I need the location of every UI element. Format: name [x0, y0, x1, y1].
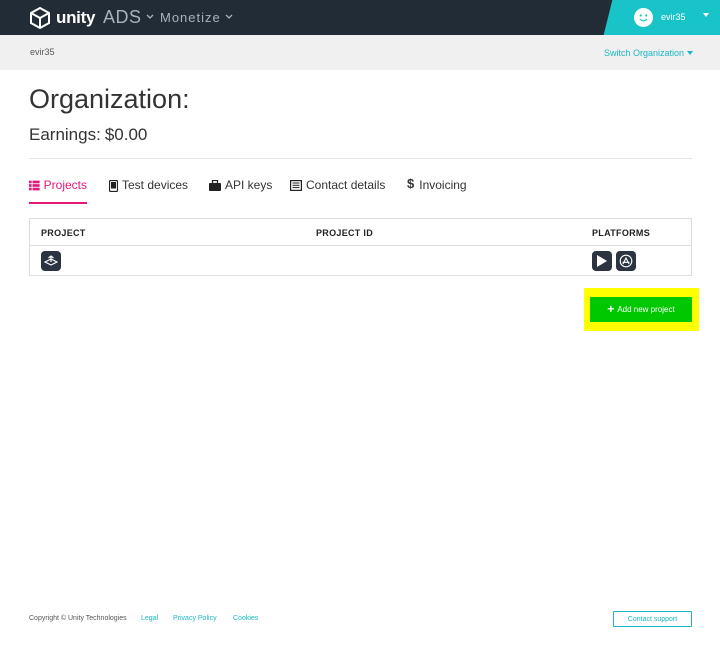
tab-contact-details-label: Contact details	[306, 178, 386, 192]
add-new-project-button[interactable]: + Add new project	[590, 297, 692, 322]
tab-invoicing-label: Invoicing	[419, 178, 467, 192]
avatar	[634, 8, 653, 27]
nav-monetize-menu[interactable]: Monetize	[160, 10, 233, 25]
page-title: Organization:	[29, 84, 190, 114]
nav-monetize-label: Monetize	[160, 10, 221, 25]
tab-test-devices-label: Test devices	[122, 178, 189, 192]
unity-logo[interactable]: unity	[29, 7, 95, 29]
tab-api-keys-label: API keys	[225, 178, 273, 192]
add-new-project-label: Add new project	[617, 305, 675, 314]
footer-link-cookies[interactable]: Cookies	[233, 615, 258, 622]
tab-test-devices[interactable]: Test devices	[109, 178, 188, 204]
current-organization: evir35	[30, 47, 55, 57]
tab-contact-details[interactable]: Contact details	[290, 178, 385, 204]
logo-text: unity	[56, 8, 96, 27]
organization-bar: evir35 Switch Organization	[0, 35, 720, 70]
footer-link-privacy-policy[interactable]: Privacy Policy	[173, 615, 217, 622]
divider	[29, 158, 692, 159]
column-header-project: PROJECT	[41, 228, 86, 238]
earnings: Earnings: $0.00	[29, 125, 147, 145]
footer-link-legal[interactable]: Legal	[141, 615, 158, 622]
footer-copyright: Copyright © Unity Technologies	[29, 615, 127, 622]
chevron-down-icon	[146, 14, 153, 19]
mobile-icon	[109, 180, 118, 192]
caret-down-icon	[703, 13, 709, 17]
dollar-icon: $	[407, 176, 415, 191]
list-icon	[29, 180, 40, 191]
top-navigation-bar: unity ADS Monetize evir35	[0, 0, 720, 35]
tab-projects[interactable]: Projects	[29, 178, 87, 204]
switch-organization-link[interactable]: Switch Organization	[604, 48, 694, 58]
table-row[interactable]	[30, 246, 691, 275]
user-name: evir35	[661, 12, 686, 22]
unity-cube-icon	[44, 255, 58, 266]
caret-down-icon	[687, 51, 694, 55]
plus-icon: +	[607, 302, 615, 316]
tab-api-keys[interactable]: API keys	[209, 178, 272, 204]
document-icon	[290, 180, 302, 191]
nav-ads-menu[interactable]: ADS	[103, 7, 154, 28]
chevron-down-icon	[225, 14, 233, 19]
nav-ads-label: ADS	[103, 7, 142, 27]
tab-invoicing[interactable]: $ Invoicing	[407, 176, 467, 204]
column-header-project-id: PROJECT ID	[316, 228, 374, 238]
tab-projects-label: Projects	[43, 178, 87, 192]
unity-cube-icon	[30, 7, 50, 29]
projects-table: PROJECT PROJECT ID PLATFORMS	[29, 218, 692, 276]
switch-organization-label: Switch Organization	[604, 48, 685, 58]
google-play-icon[interactable]	[592, 251, 612, 271]
column-header-platforms: PLATFORMS	[592, 228, 651, 238]
project-icon[interactable]	[41, 251, 61, 271]
table-header: PROJECT PROJECT ID PLATFORMS	[30, 219, 691, 246]
smiley-face-icon	[639, 14, 648, 22]
earnings-label: Earnings:	[29, 125, 101, 144]
user-menu[interactable]: evir35	[617, 0, 720, 35]
app-store-icon[interactable]	[616, 251, 636, 271]
earnings-value: $0.00	[104, 125, 148, 144]
briefcase-icon	[209, 180, 221, 191]
contact-support-button[interactable]: Contact support	[613, 611, 692, 627]
